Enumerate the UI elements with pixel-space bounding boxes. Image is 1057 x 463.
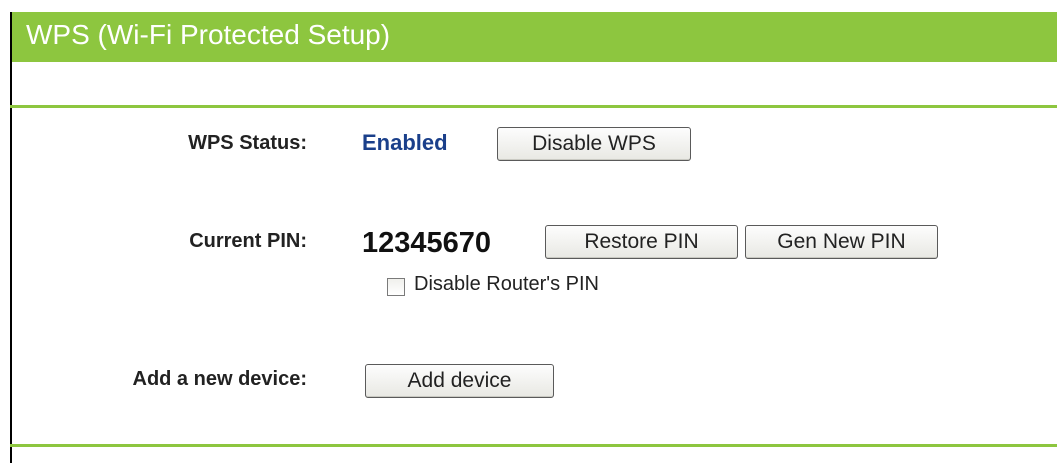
gen-new-pin-button[interactable]: Gen New PIN [745, 225, 938, 259]
wps-status-value: Enabled [362, 130, 448, 155]
top-divider [10, 105, 1057, 108]
current-pin-label: Current PIN: [189, 230, 307, 252]
wps-page: WPS (Wi-Fi Protected Setup) WPS Status: … [0, 0, 1057, 463]
wps-status-label: WPS Status: [188, 132, 307, 154]
page-header: WPS (Wi-Fi Protected Setup) [10, 12, 1057, 63]
bottom-divider [10, 444, 1057, 447]
disable-router-pin-checkbox[interactable] [387, 278, 405, 296]
add-device-label: Add a new device: [132, 368, 308, 390]
current-pin-value: 12345670 [362, 227, 492, 259]
page-title: WPS (Wi-Fi Protected Setup) [26, 19, 391, 50]
left-border [10, 12, 12, 463]
disable-wps-button[interactable]: Disable WPS [497, 127, 691, 161]
disable-router-pin-label: Disable Router's PIN [414, 273, 599, 295]
add-device-button[interactable]: Add device [365, 364, 554, 398]
restore-pin-button[interactable]: Restore PIN [545, 225, 738, 259]
